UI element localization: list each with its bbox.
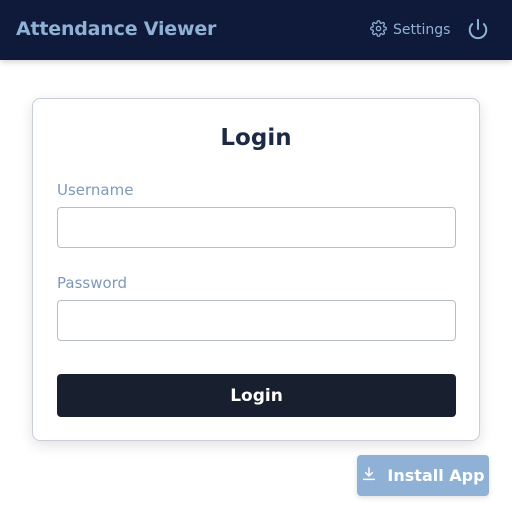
app-title: Attendance Viewer: [16, 18, 217, 40]
username-label: Username: [57, 181, 134, 199]
username-field[interactable]: [57, 207, 456, 248]
login-button[interactable]: Login: [57, 374, 456, 417]
settings-label: Settings: [393, 22, 451, 38]
login-card: Login Username Password Login: [32, 98, 480, 441]
app-header: Attendance Viewer Settings: [0, 0, 512, 60]
settings-button[interactable]: Settings: [370, 19, 450, 41]
power-icon: [467, 18, 489, 44]
gear-icon: [370, 19, 387, 41]
download-icon: [361, 466, 377, 486]
password-field[interactable]: [57, 300, 456, 341]
password-label: Password: [57, 274, 128, 292]
install-app-label: Install App: [387, 466, 485, 485]
install-app-button[interactable]: Install App: [357, 455, 489, 496]
login-title: Login: [220, 125, 292, 151]
power-button[interactable]: [467, 18, 489, 40]
